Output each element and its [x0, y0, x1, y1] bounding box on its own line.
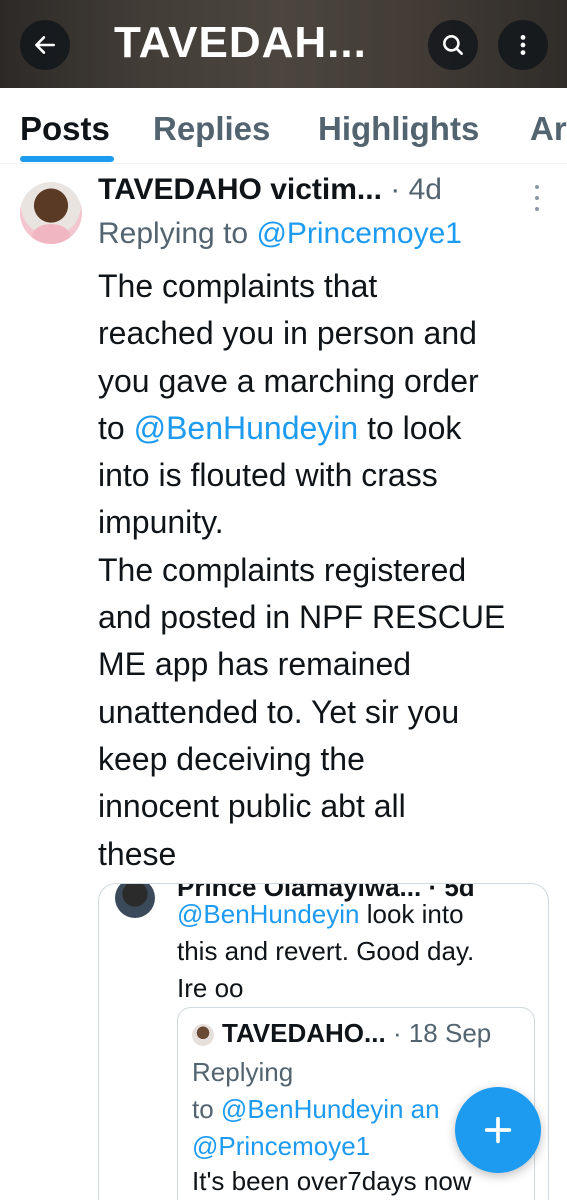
- tab-highlights[interactable]: Highlights: [318, 110, 479, 148]
- nested-replying-to: Replying to @BenHundeyin an @Princemoye1: [192, 1054, 440, 1165]
- author-name[interactable]: TAVEDAHO victim...: [98, 173, 382, 206]
- avatar[interactable]: [20, 182, 82, 244]
- replying-prefix: Replying to: [98, 217, 257, 250]
- plus-icon: [484, 1116, 512, 1144]
- post-line: ME app has remained: [98, 646, 412, 683]
- nested-reply-line: @Princemoye1: [192, 1128, 440, 1165]
- profile-header: TAVEDAH...: [0, 0, 567, 88]
- arrow-left-icon: [35, 36, 55, 54]
- nested-author: TAVEDAHO...: [222, 1018, 386, 1048]
- post-line: The complaints that: [98, 268, 378, 304]
- search-icon: [443, 35, 463, 55]
- quoted-mention-link[interactable]: @BenHundeyin: [177, 899, 360, 929]
- post-line: reached you in person and: [98, 315, 477, 352]
- quoted-line-suffix: look into: [359, 899, 464, 929]
- mention-link[interactable]: @BenHundeyin: [134, 410, 359, 446]
- nested-time: 18 Sep: [408, 1018, 492, 1048]
- replying-to: Replying to @Princemoye1: [98, 217, 462, 251]
- post-line: The complaints registered: [98, 551, 467, 588]
- post-line: into is flouted with crass: [98, 457, 438, 494]
- search-button[interactable]: [428, 20, 478, 70]
- quoted-text: @BenHundeyin look into this and revert. …: [177, 896, 474, 1007]
- post[interactable]: TAVEDAHO victim... · 4d Replying to @Pri…: [0, 165, 567, 1200]
- nested-text: It's been over7days now: [192, 1166, 472, 1196]
- post-line: and posted in NPF RESCUE: [98, 599, 506, 636]
- nested-reply-handle[interactable]: @Princemoye1: [192, 1131, 370, 1161]
- profile-tabs: Posts Replies Highlights Ar: [0, 88, 567, 164]
- more-options-button[interactable]: [498, 20, 548, 70]
- post-line: innocent public abt all: [98, 788, 406, 825]
- post-line: impunity.: [98, 504, 224, 541]
- quoted-line: @BenHundeyin look into: [177, 896, 474, 933]
- more-dot-icon: [535, 196, 539, 200]
- post-line: to @BenHundeyin to look: [98, 405, 550, 452]
- post-text: The complaints that reached you in perso…: [98, 263, 550, 878]
- nested-reply-line: Replying: [192, 1057, 294, 1087]
- post-more-button[interactable]: [528, 185, 546, 211]
- post-time[interactable]: 4d: [409, 173, 442, 206]
- more-vertical-icon: [520, 35, 526, 55]
- mention-prefix: to: [98, 409, 134, 446]
- active-tab-indicator: [20, 156, 114, 162]
- post-header: TAVEDAHO victim... · 4d: [98, 173, 538, 213]
- quoted-avatar[interactable]: [115, 884, 155, 918]
- tab-posts[interactable]: Posts: [20, 110, 110, 148]
- replying-handle[interactable]: @Princemoye1: [256, 217, 462, 250]
- separator: ·: [385, 1018, 409, 1048]
- mention-suffix: to look: [358, 409, 462, 446]
- nested-reply-handle[interactable]: @BenHundeyin an: [221, 1094, 440, 1124]
- post-line: these: [98, 835, 177, 872]
- more-dot-icon: [535, 207, 539, 211]
- tab-articles[interactable]: Ar: [530, 110, 567, 148]
- tab-replies[interactable]: Replies: [153, 110, 270, 148]
- post-line: you gave a marching order: [98, 362, 479, 399]
- nested-avatar: [192, 1024, 214, 1046]
- nested-reply-line: to @BenHundeyin an: [192, 1091, 440, 1128]
- nested-header: TAVEDAHO... · 18 Sep: [222, 1018, 491, 1049]
- post-line: keep deceiving the: [98, 740, 365, 777]
- separator: ·: [381, 173, 409, 206]
- more-dot-icon: [535, 185, 539, 189]
- quoted-line: this and revert. Good day.: [177, 936, 475, 966]
- nested-reply-prefix: to: [192, 1094, 221, 1124]
- header-title: TAVEDAH...: [114, 18, 367, 67]
- post-line: unattended to. Yet sir you: [98, 693, 460, 730]
- quoted-line: Ire oo: [177, 973, 244, 1003]
- compose-button[interactable]: [455, 1087, 541, 1173]
- back-button[interactable]: [20, 20, 70, 70]
